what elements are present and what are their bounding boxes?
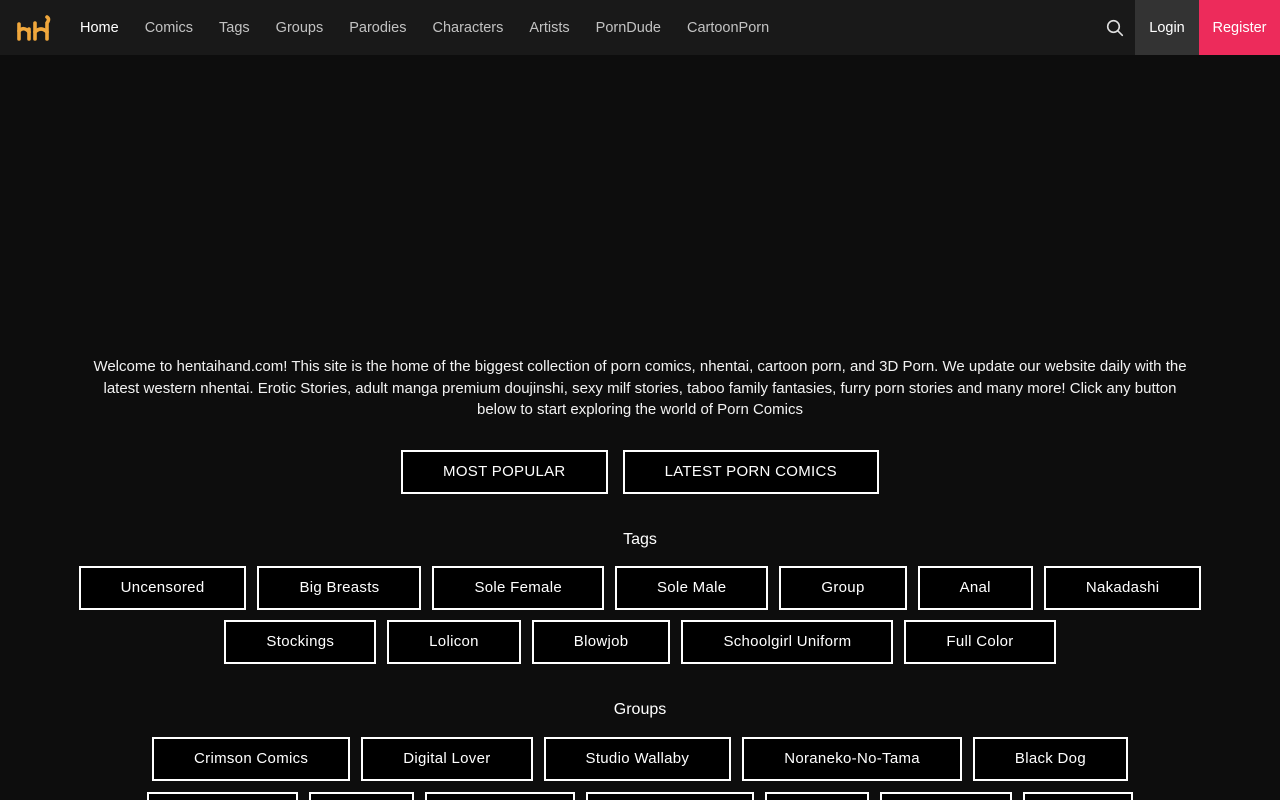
tag-button-uncensored[interactable]: Uncensored [78, 565, 247, 610]
nav-item-porndude[interactable]: PornDude [596, 20, 661, 36]
groups-heading: Groups [613, 700, 667, 718]
nav-links: Home Comics Tags Groups Parodies Charact… [80, 20, 769, 36]
site-logo[interactable] [0, 0, 66, 55]
group-button-partial[interactable] [1023, 791, 1133, 800]
welcome-text: Welcome to hentaihand.com! This site is … [93, 358, 1187, 418]
tags-row-2: Stockings Lolicon Blowjob Schoolgirl Uni… [0, 619, 1280, 664]
tag-button-group[interactable]: Group [779, 565, 907, 610]
nav-item-cartoonporn[interactable]: CartoonPorn [687, 20, 769, 36]
group-button-partial[interactable] [586, 791, 754, 800]
groups-row-2-partial [0, 791, 1280, 800]
tag-button-anal[interactable]: Anal [917, 565, 1033, 610]
nav-item-tags[interactable]: Tags [219, 20, 250, 36]
nav-item-artists[interactable]: Artists [529, 20, 569, 36]
group-button-partial[interactable] [880, 791, 1012, 800]
most-popular-button[interactable]: MOST POPULAR [401, 449, 608, 494]
latest-porn-comics-button[interactable]: LATEST PORN COMICS [622, 449, 879, 494]
group-button-digital-lover[interactable]: Digital Lover [361, 736, 533, 781]
login-button[interactable]: Login [1135, 0, 1199, 55]
tag-button-sole-male[interactable]: Sole Male [614, 565, 769, 610]
nav-item-groups[interactable]: Groups [276, 20, 324, 36]
tag-button-full-color[interactable]: Full Color [904, 619, 1056, 664]
tags-row-1: Uncensored Big Breasts Sole Female Sole … [0, 565, 1280, 610]
tag-button-lolicon[interactable]: Lolicon [387, 619, 521, 664]
navbar: Home Comics Tags Groups Parodies Charact… [0, 0, 1280, 55]
group-button-partial[interactable] [309, 791, 414, 800]
tags-heading: Tags [623, 530, 657, 548]
group-button-partial[interactable] [147, 791, 298, 800]
nav-item-characters[interactable]: Characters [432, 20, 503, 36]
search-button[interactable] [1095, 0, 1135, 55]
group-button-partial[interactable] [425, 791, 575, 800]
tag-button-blowjob[interactable]: Blowjob [531, 619, 671, 664]
groups-row-1: Crimson Comics Digital Lover Studio Wall… [0, 736, 1280, 781]
cta-row: MOST POPULAR LATEST PORN COMICS [0, 449, 1280, 494]
tag-button-sole-female[interactable]: Sole Female [432, 565, 604, 610]
tag-button-schoolgirl-uniform[interactable]: Schoolgirl Uniform [681, 619, 894, 664]
nav-item-home[interactable]: Home [80, 20, 119, 36]
group-button-noraneko-no-tama[interactable]: Noraneko-No-Tama [742, 736, 962, 781]
group-button-partial[interactable] [765, 791, 869, 800]
tag-button-big-breasts[interactable]: Big Breasts [257, 565, 422, 610]
hentaihand-logo-icon [17, 14, 51, 41]
group-button-crimson-comics[interactable]: Crimson Comics [152, 736, 351, 781]
nav-item-comics[interactable]: Comics [145, 20, 193, 36]
group-button-studio-wallaby[interactable]: Studio Wallaby [543, 736, 732, 781]
nav-item-parodies[interactable]: Parodies [349, 20, 406, 36]
group-button-black-dog[interactable]: Black Dog [972, 736, 1128, 781]
register-button[interactable]: Register [1199, 0, 1280, 55]
tag-button-nakadashi[interactable]: Nakadashi [1043, 565, 1202, 610]
tag-button-stockings[interactable]: Stockings [224, 619, 377, 664]
search-icon [1106, 19, 1124, 36]
